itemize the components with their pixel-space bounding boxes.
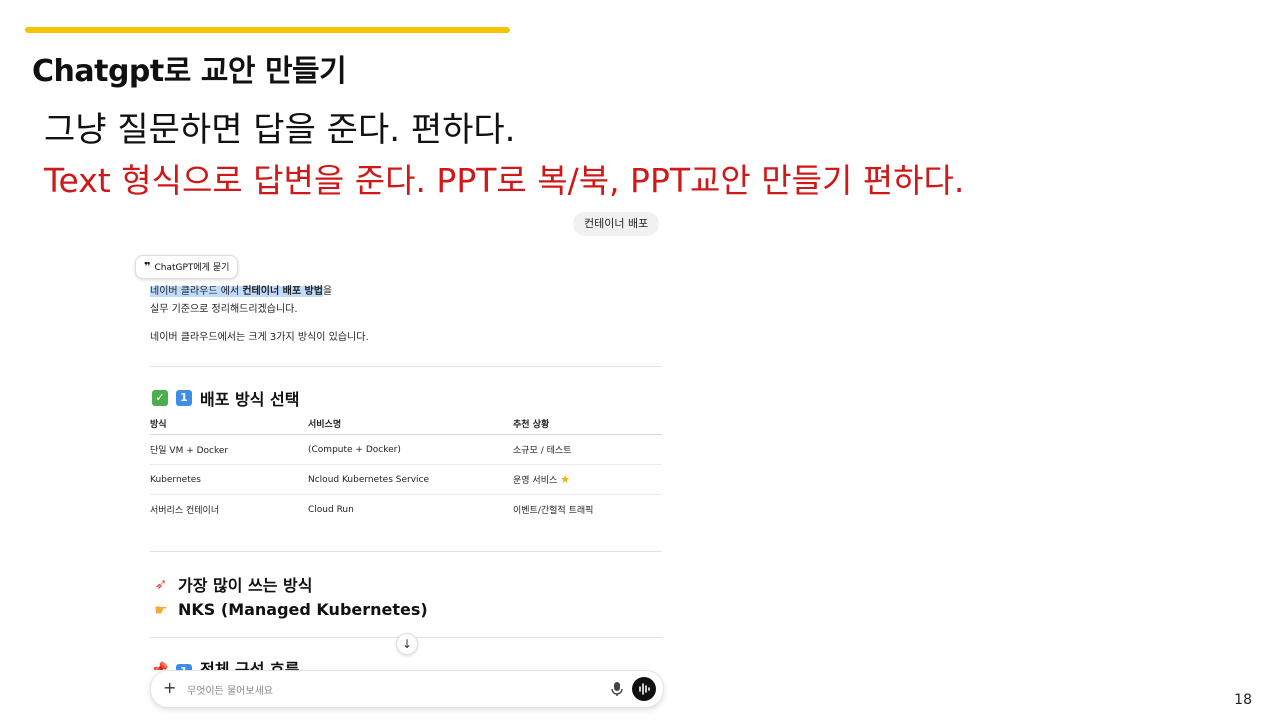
rocket-icon: ➶: [154, 575, 168, 593]
table-cell: 단일 VM + Docker: [150, 434, 308, 465]
intro-bold: 컨테이너 배포 방법: [242, 286, 323, 297]
deploy-method-table: 방식 서비스명 추천 상황 단일 VM + Docker (Compute + …: [150, 412, 662, 524]
divider: [150, 551, 662, 552]
table-row: 서버리스 컨테이너 Cloud Run 이벤트/간헐적 트래픽: [150, 495, 662, 525]
table-cell: 이벤트/간헐적 트래픽: [513, 506, 594, 516]
chat-input-placeholder[interactable]: 무엇이든 물어보세요: [187, 682, 273, 697]
keycap-one-icon: 1: [176, 390, 192, 406]
selected-text: 네이버 클라우드 에서 컨테이너 배포 방법: [150, 286, 323, 297]
table-row: 단일 VM + Docker (Compute + Docker) 소규모 / …: [150, 434, 662, 465]
slide-line-1: 그냥 질문하면 답을 준다. 편하다.: [44, 110, 516, 150]
star-icon: ★: [560, 473, 571, 486]
chat-input-bar[interactable]: + 무엇이든 물어보세요: [150, 670, 664, 708]
answer-intro: 네이버 클라우드 에서 컨테이너 배포 방법을 실무 기준으로 정리해드리겠습니…: [150, 283, 662, 319]
table-header-row: 방식 서비스명 추천 상황: [150, 412, 662, 435]
plus-icon[interactable]: +: [163, 678, 176, 697]
slide-line-2: Text 형식으로 답변을 준다. PPT로 복/북, PPT교안 만들기 편하…: [44, 161, 965, 200]
table-cell: Ncloud Kubernetes Service: [308, 464, 513, 495]
section-title: 배포 방식 선택: [200, 390, 300, 409]
intro-line-2: 실무 기준으로 정리해드리겠습니다.: [150, 304, 298, 315]
table-header: 추천 상황: [513, 412, 662, 435]
intro-text-b: 을: [322, 286, 333, 297]
pushpin-icon: 📌: [150, 661, 169, 670]
answer-paragraph-2: 네이버 클라우드에서는 크게 3가지 방식이 있습니다.: [150, 332, 369, 343]
most-used-heading: ➶ 가장 많이 쓰는 방식: [152, 572, 313, 596]
user-message-bubble: 컨테이너 배포: [573, 212, 660, 236]
arrow-down-icon: ↓: [401, 637, 413, 651]
table-cell: 소규모 / 테스트: [513, 434, 662, 465]
voice-mode-button[interactable]: [632, 677, 656, 701]
check-icon: ✓: [152, 390, 168, 406]
microphone-icon[interactable]: [610, 681, 624, 697]
table-header: 방식: [150, 412, 308, 435]
nks-heading: ☛ NKS (Managed Kubernetes): [152, 600, 428, 619]
ask-chip-label: ChatGPT에게 묻기: [154, 263, 230, 273]
table-cell: 운영 서비스 ★: [513, 464, 662, 495]
assistant-answer: 네이버 클라우드 에서 컨테이너 배포 방법을 실무 기준으로 정리해드리겠습니…: [150, 283, 662, 347]
slide-title: Chatgpt로 교안 만들기: [32, 54, 347, 89]
section-deploy-method: ✓ 1 배포 방식 선택: [152, 386, 299, 410]
table-row: Kubernetes Ncloud Kubernetes Service 운영 …: [150, 464, 662, 495]
ask-chatgpt-chip[interactable]: ❞ ChatGPT에게 묻기: [135, 255, 239, 279]
section-flow-heading-clipped: 📌1전체 구성 흐름: [150, 656, 299, 670]
accent-bar: [25, 27, 510, 33]
pointing-hand-icon: ☛: [154, 600, 168, 619]
scroll-down-button[interactable]: ↓: [396, 633, 418, 655]
table-cell: (Compute + Docker): [308, 434, 513, 465]
page-number: 18: [1234, 692, 1252, 708]
flow-title: 전체 구성 흐름: [200, 660, 300, 670]
divider: [150, 366, 662, 367]
quote-icon: ❞: [144, 260, 151, 273]
intro-text-a: 네이버 클라우드 에서: [150, 286, 243, 297]
waveform-icon: [639, 683, 650, 695]
table-cell-text: 운영 서비스: [513, 476, 558, 486]
table-cell: Kubernetes: [150, 464, 308, 495]
table-cell: 서버리스 컨테이너: [150, 506, 220, 516]
table-cell: Cloud Run: [308, 504, 354, 515]
most-used-text: 가장 많이 쓰는 방식: [178, 576, 313, 595]
nks-text: NKS (Managed Kubernetes): [178, 600, 428, 619]
table-header: 서비스명: [308, 412, 513, 435]
